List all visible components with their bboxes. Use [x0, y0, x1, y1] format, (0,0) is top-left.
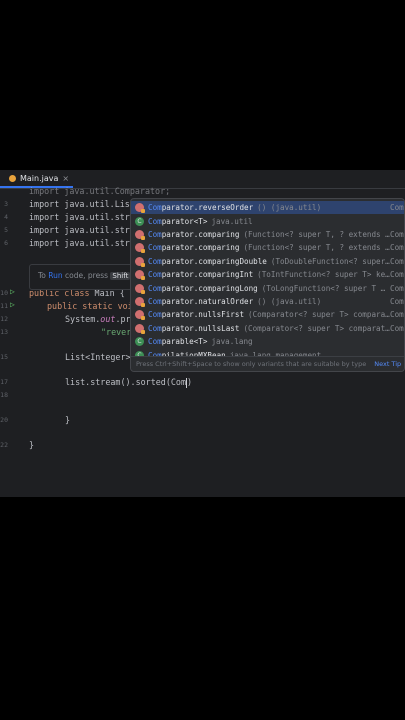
- code-completion-popup: Comparator.reverseOrder() (java.util) Com…: [130, 198, 405, 372]
- completion-item[interactable]: Comparator.comparing (Function<? super T,…: [131, 228, 404, 241]
- completion-item-type: Com: [390, 256, 404, 266]
- code-line: import java.util.strea: [29, 238, 140, 248]
- completion-item-type: Com: [390, 229, 404, 239]
- completion-item[interactable]: Comparator.comparingLong (ToLongFunction<…: [131, 281, 404, 294]
- completion-item-signature: (ToDoubleFunction<? super…: [270, 256, 390, 266]
- method-icon: [135, 203, 145, 214]
- completion-item-name: Comparator.comparingInt: [148, 270, 254, 280]
- line-number: 3: [4, 200, 8, 208]
- completion-item-type: Com: [390, 283, 404, 293]
- code-line: }: [29, 440, 35, 450]
- method-icon: [135, 229, 145, 240]
- completion-item-signature: (ToLongFunction<? super T …: [261, 283, 386, 293]
- completion-item-name: Comparator.comparingDouble: [148, 256, 267, 266]
- completion-item[interactable]: Comparator.nullsFirst (Comparator<? super…: [131, 308, 404, 321]
- completion-item-signature: () (java.util): [257, 203, 322, 213]
- class-icon: [135, 337, 144, 347]
- method-icon: [135, 323, 145, 334]
- completion-item-signature: (ToIntFunction<? super T> ke…: [257, 270, 390, 280]
- completion-item-name: Comparator.comparing: [148, 243, 240, 253]
- line-number: 13: [0, 328, 8, 336]
- line-number: 20: [0, 416, 8, 424]
- completion-item-type: Com: [390, 323, 404, 333]
- line-number: 17: [0, 378, 8, 386]
- method-icon: [135, 310, 145, 321]
- completion-item-name: Comparator.naturalOrder: [148, 296, 254, 306]
- string-literal: "rever: [101, 327, 132, 337]
- run-gutter-icon[interactable]: ▷: [10, 287, 15, 296]
- shortcut-key: Shift: [110, 272, 131, 280]
- line-number: 6: [4, 239, 8, 247]
- method-icon: [135, 270, 145, 281]
- keyword: public static void: [47, 301, 138, 311]
- completion-item-type: Com: [390, 270, 404, 280]
- code-line: System.out.pri: [65, 314, 136, 324]
- class-icon: [135, 216, 144, 226]
- completion-item-signature: java.util: [211, 216, 253, 226]
- code-line: import java.util.Comparator;: [29, 186, 171, 196]
- tab-label: Main.java: [20, 173, 59, 183]
- code-line: import java.util.List;: [29, 199, 140, 209]
- completion-item-name: Comparator.comparing: [148, 229, 240, 239]
- completion-item[interactable]: Comparator.comparingDouble (ToDoubleFunct…: [131, 255, 404, 268]
- line-number: 11: [0, 302, 8, 310]
- completion-item[interactable]: Comparator.naturalOrder() (java.util) Com: [131, 295, 404, 308]
- completion-item-name: Comparable<T>: [148, 337, 208, 347]
- completion-item[interactable]: Comparable<T>java.lang: [131, 335, 404, 348]
- close-icon[interactable]: ×: [62, 174, 69, 183]
- code-token: out: [100, 314, 116, 324]
- code-line: public static void: [47, 301, 138, 311]
- line-number: 4: [4, 213, 8, 221]
- code-token: list.stream().sorted(: [65, 377, 171, 387]
- method-icon: [135, 256, 145, 267]
- line-number: 10: [0, 289, 8, 297]
- completion-item[interactable]: Comparator.comparing (Function<? super T,…: [131, 241, 404, 254]
- code-token: Com: [170, 377, 187, 387]
- completion-item[interactable]: Comparator.reverseOrder() (java.util) Com: [131, 201, 404, 215]
- completion-item[interactable]: Comparator<T>java.util: [131, 214, 404, 227]
- completion-item-signature: (Comparator<? super T> compara…: [248, 310, 390, 320]
- code-token: ): [187, 377, 193, 387]
- completion-item-name: Comparator.reverseOrder: [148, 203, 254, 213]
- completion-item-name: Comparator<T>: [148, 216, 208, 226]
- completion-item-signature: (Comparator<? super T> comparat…: [243, 323, 390, 333]
- completion-item-name: Comparator.nullsFirst: [148, 310, 245, 320]
- completion-item-name: Comparator.comparingLong: [148, 283, 258, 293]
- line-number: 12: [0, 315, 8, 323]
- method-icon: [135, 243, 145, 254]
- completion-item-type: Com: [390, 296, 404, 306]
- completion-item-type: Com: [390, 203, 404, 213]
- line-number: 15: [0, 353, 8, 361]
- run-gutter-icon[interactable]: ▷: [10, 300, 15, 309]
- code-line: list.stream().sorted(Com): [65, 377, 192, 388]
- footer-tip: Press Ctrl+Shift+Space to show only vari…: [136, 360, 367, 368]
- next-tip-link[interactable]: Next Tip: [374, 360, 401, 368]
- completion-item-type: Com: [390, 310, 404, 320]
- completion-item-signature: (Function<? super T, ? extends …: [243, 243, 390, 253]
- completion-item[interactable]: Comparator.comparingInt (ToIntFunction<? …: [131, 268, 404, 281]
- method-icon: [135, 283, 145, 294]
- code-line: import java.util.strea: [29, 212, 140, 222]
- completion-item-signature: java.lang: [211, 337, 253, 347]
- java-file-icon: [9, 174, 16, 182]
- completion-footer: Press Ctrl+Shift+Space to show only vari…: [131, 356, 404, 371]
- run-hint-link[interactable]: Run: [48, 271, 62, 280]
- line-gutter: [0, 189, 24, 497]
- run-hint-box: To Run code, press Shift: [29, 264, 141, 290]
- code-line: import java.util.strea: [29, 225, 140, 235]
- run-hint-text: To Run code, press Shift: [38, 271, 131, 280]
- code-line: "rever: [101, 327, 131, 337]
- completion-item-signature: () (java.util): [257, 296, 322, 306]
- method-icon: [135, 296, 145, 307]
- line-number: 22: [0, 441, 8, 449]
- code-token: System.: [65, 314, 101, 324]
- code-line: List<Integer>: [65, 352, 131, 362]
- line-number: 5: [4, 226, 8, 234]
- completion-item[interactable]: Comparator.nullsLast (Comparator<? super …: [131, 322, 404, 335]
- completion-item-type: Com: [390, 243, 404, 253]
- completion-item-name: Comparator.nullsLast: [148, 323, 240, 333]
- code-line: }: [65, 415, 71, 425]
- line-number: 18: [0, 391, 8, 399]
- completion-item-signature: (Function<? super T, ? extends …: [243, 229, 390, 239]
